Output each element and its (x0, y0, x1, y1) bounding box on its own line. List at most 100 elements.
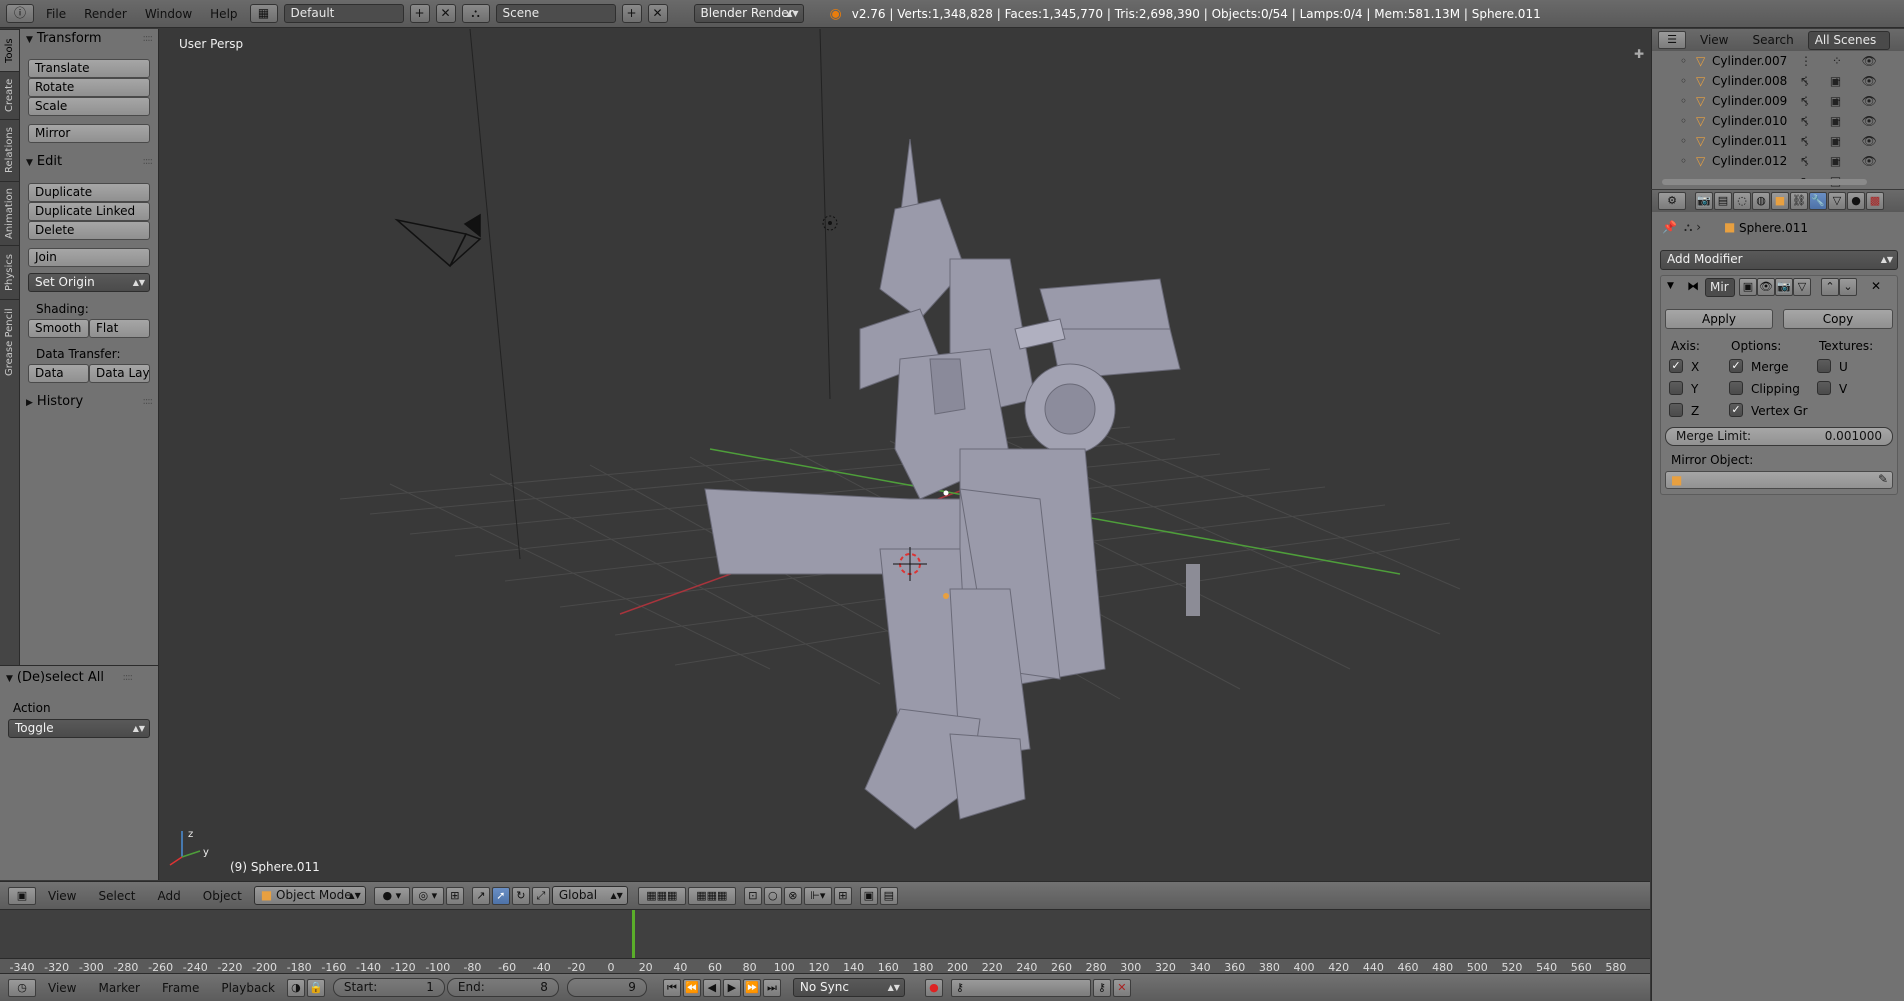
render-engine-select[interactable]: Blender Render ▲▼ (693, 4, 804, 23)
tab-tools[interactable]: Tools (0, 29, 19, 71)
rotate-widget-icon[interactable]: ↻ (511, 886, 530, 905)
outliner-search-menu[interactable]: Search (1742, 33, 1803, 47)
editor-type-icon[interactable]: ▣ (8, 886, 36, 905)
render-toggle-icon[interactable]: 📷 (1775, 278, 1793, 296)
opengl-animation-icon[interactable]: ▤ (879, 886, 898, 905)
render-layers-tab-icon[interactable]: ▤ (1714, 192, 1732, 210)
edit-mode-toggle-icon[interactable]: ▣ (1739, 278, 1757, 296)
move-down-icon[interactable]: ⌄ (1839, 278, 1857, 296)
info-editor-icon[interactable]: ⓘ (6, 4, 34, 23)
menu-timeline-view[interactable]: View (38, 981, 86, 995)
interaction-mode-select[interactable]: ■ Object Mode ▲▼ (253, 886, 366, 905)
operator-panel-header[interactable]: ▼ (De)select All:::: (6, 669, 134, 687)
transform-orientation-select[interactable]: Global ▲▼ (551, 886, 628, 905)
material-tab-icon[interactable]: ● (1847, 192, 1865, 210)
vertex-groups-checkbox[interactable]: ✓ (1729, 403, 1743, 417)
menu-add[interactable]: Add (148, 889, 191, 903)
outliner-row[interactable]: ◦ ▽ Cylinder.009 ⋮ ⁘ 👁 ↖ ▣ (1652, 91, 1904, 128)
screen-layout-icon[interactable]: ▦ (249, 4, 278, 23)
scene-tab-icon[interactable]: ◌ (1733, 192, 1751, 210)
visibility-icons[interactable]: ⋮ ⁘ 👁 ↖ ▣ (1800, 151, 1904, 191)
menu-marker[interactable]: Marker (88, 981, 149, 995)
menu-file[interactable]: File (40, 7, 72, 21)
manipulator-toggle-icon[interactable]: ⊞ (445, 886, 464, 905)
menu-window[interactable]: Window (139, 7, 198, 21)
layers-grid-icon[interactable]: ▦▦▦ (637, 886, 686, 905)
viewport-toggle-icon[interactable]: 👁 (1757, 278, 1775, 296)
texture-u-checkbox[interactable] (1817, 359, 1831, 373)
current-frame-indicator[interactable] (632, 910, 635, 958)
world-tab-icon[interactable]: ◍ (1752, 192, 1770, 210)
viewport-shading-icon[interactable]: ● ▾ (373, 886, 410, 905)
pin-icon[interactable]: 📌 (1662, 220, 1677, 234)
cage-toggle-icon[interactable]: ▽ (1793, 278, 1811, 296)
layout-field[interactable]: Default (283, 4, 404, 23)
panel-grip-icon[interactable]: :::: (123, 669, 134, 687)
jump-start-icon[interactable]: ⏮ (662, 978, 681, 997)
axis-z-checkbox[interactable] (1669, 403, 1683, 417)
layers-grid-icon[interactable]: ▦▦▦ (687, 886, 736, 905)
data-tab-icon[interactable]: ▽ (1828, 192, 1846, 210)
axis-x-checkbox[interactable]: ✓ (1669, 359, 1683, 373)
menu-playback[interactable]: Playback (211, 981, 285, 995)
merge-limit-field[interactable]: Merge Limit: 0.001000 (1665, 427, 1893, 446)
lock-camera-icon[interactable]: ⊡ (743, 886, 762, 905)
action-select[interactable]: Toggle ▲▼ (8, 719, 150, 738)
delete-keyframe-icon[interactable]: ✕ (1112, 978, 1131, 997)
jump-keyframe-forward-icon[interactable]: ⏩ (742, 978, 761, 997)
mirror-object-field[interactable]: ■ ✎ (1665, 471, 1893, 489)
data-transfer-button[interactable]: Data (28, 364, 89, 383)
end-frame-field[interactable]: End: 8 (446, 978, 559, 997)
panel-grip-icon[interactable]: :::: (143, 393, 154, 411)
merge-checkbox[interactable]: ✓ (1729, 359, 1743, 373)
modifiers-tab-icon[interactable]: 🔧 (1809, 192, 1827, 210)
frame-ruler[interactable]: -340 -320 -300 -280 -260 -240 -220 -200 -180 -160… (0, 958, 1650, 974)
add-layout-icon[interactable]: + (409, 4, 430, 23)
scene-icon[interactable]: ⛬ (461, 4, 490, 23)
menu-select[interactable]: Select (88, 889, 145, 903)
outliner-row[interactable]: ◦ ▽ Cylinder.007 ⋮ ⁘ 👁 ↖ ▣ (1652, 51, 1904, 88)
translate-manipulator-icon[interactable]: ↗ (471, 886, 490, 905)
texture-tab-icon[interactable]: ▩ (1866, 192, 1884, 210)
tab-create[interactable]: Create (0, 71, 19, 119)
insert-keyframe-icon[interactable]: ⚷ (1092, 978, 1111, 997)
jump-keyframe-back-icon[interactable]: ⏪ (682, 978, 701, 997)
play-reverse-icon[interactable]: ◀ (702, 978, 721, 997)
mirror-button[interactable]: Mirror (28, 124, 150, 143)
menu-frame[interactable]: Frame (152, 981, 209, 995)
preview-range-icon[interactable]: ◑ (286, 978, 305, 997)
current-frame-field[interactable]: 9 (566, 978, 647, 997)
rotate-button[interactable]: Rotate (28, 78, 150, 97)
scale-widget-icon[interactable]: ⤢ (531, 886, 550, 905)
delete-button[interactable]: Delete (28, 221, 150, 240)
eyedropper-icon[interactable]: ✎ (1878, 472, 1888, 486)
object-tab-icon[interactable]: ■ (1771, 192, 1789, 210)
axis-y-checkbox[interactable] (1669, 381, 1683, 395)
set-origin-select[interactable]: Set Origin ▲▼ (28, 273, 150, 292)
panel-grip-icon[interactable]: :::: (143, 30, 154, 48)
outliner-view-menu[interactable]: View (1690, 33, 1738, 47)
timeline-area[interactable]: -340 -320 -300 -280 -260 -240 -220 -200 -180 -160… (0, 909, 1650, 974)
tab-physics[interactable]: Physics (0, 245, 19, 299)
outliner-scrollbar[interactable] (1662, 179, 1867, 185)
join-button[interactable]: Join (28, 248, 150, 267)
collapse-triangle-icon[interactable]: ▼ (1667, 281, 1674, 291)
texture-v-checkbox[interactable] (1817, 381, 1831, 395)
scene-field[interactable]: Scene (495, 4, 616, 23)
opengl-render-icon[interactable]: ▣ (859, 886, 878, 905)
translate-button[interactable]: Translate (28, 59, 150, 78)
data-layout-button[interactable]: Data Layo (89, 364, 150, 383)
edit-panel-header[interactable]: ▼ Edit:::: (26, 153, 154, 171)
outliner-row[interactable]: ◦ ▽ Cylinder.008 ⋮ ⁘ 👁 ↖ ▣ (1652, 71, 1904, 108)
remove-modifier-icon[interactable]: ✕ (1871, 279, 1881, 293)
copy-button[interactable]: Copy (1783, 309, 1893, 329)
duplicate-button[interactable]: Duplicate (28, 183, 150, 202)
menu-view[interactable]: View (38, 889, 86, 903)
snap-toggle-icon[interactable]: ⊗ (783, 886, 802, 905)
sync-mode-select[interactable]: No Sync ▲▼ (792, 978, 905, 997)
menu-render[interactable]: Render (78, 7, 133, 21)
smooth-button[interactable]: Smooth (28, 319, 89, 338)
constraints-tab-icon[interactable]: ⛓ (1790, 192, 1808, 210)
pivot-point-icon[interactable]: ◎ ▾ (411, 886, 444, 905)
menu-help[interactable]: Help (204, 7, 243, 21)
